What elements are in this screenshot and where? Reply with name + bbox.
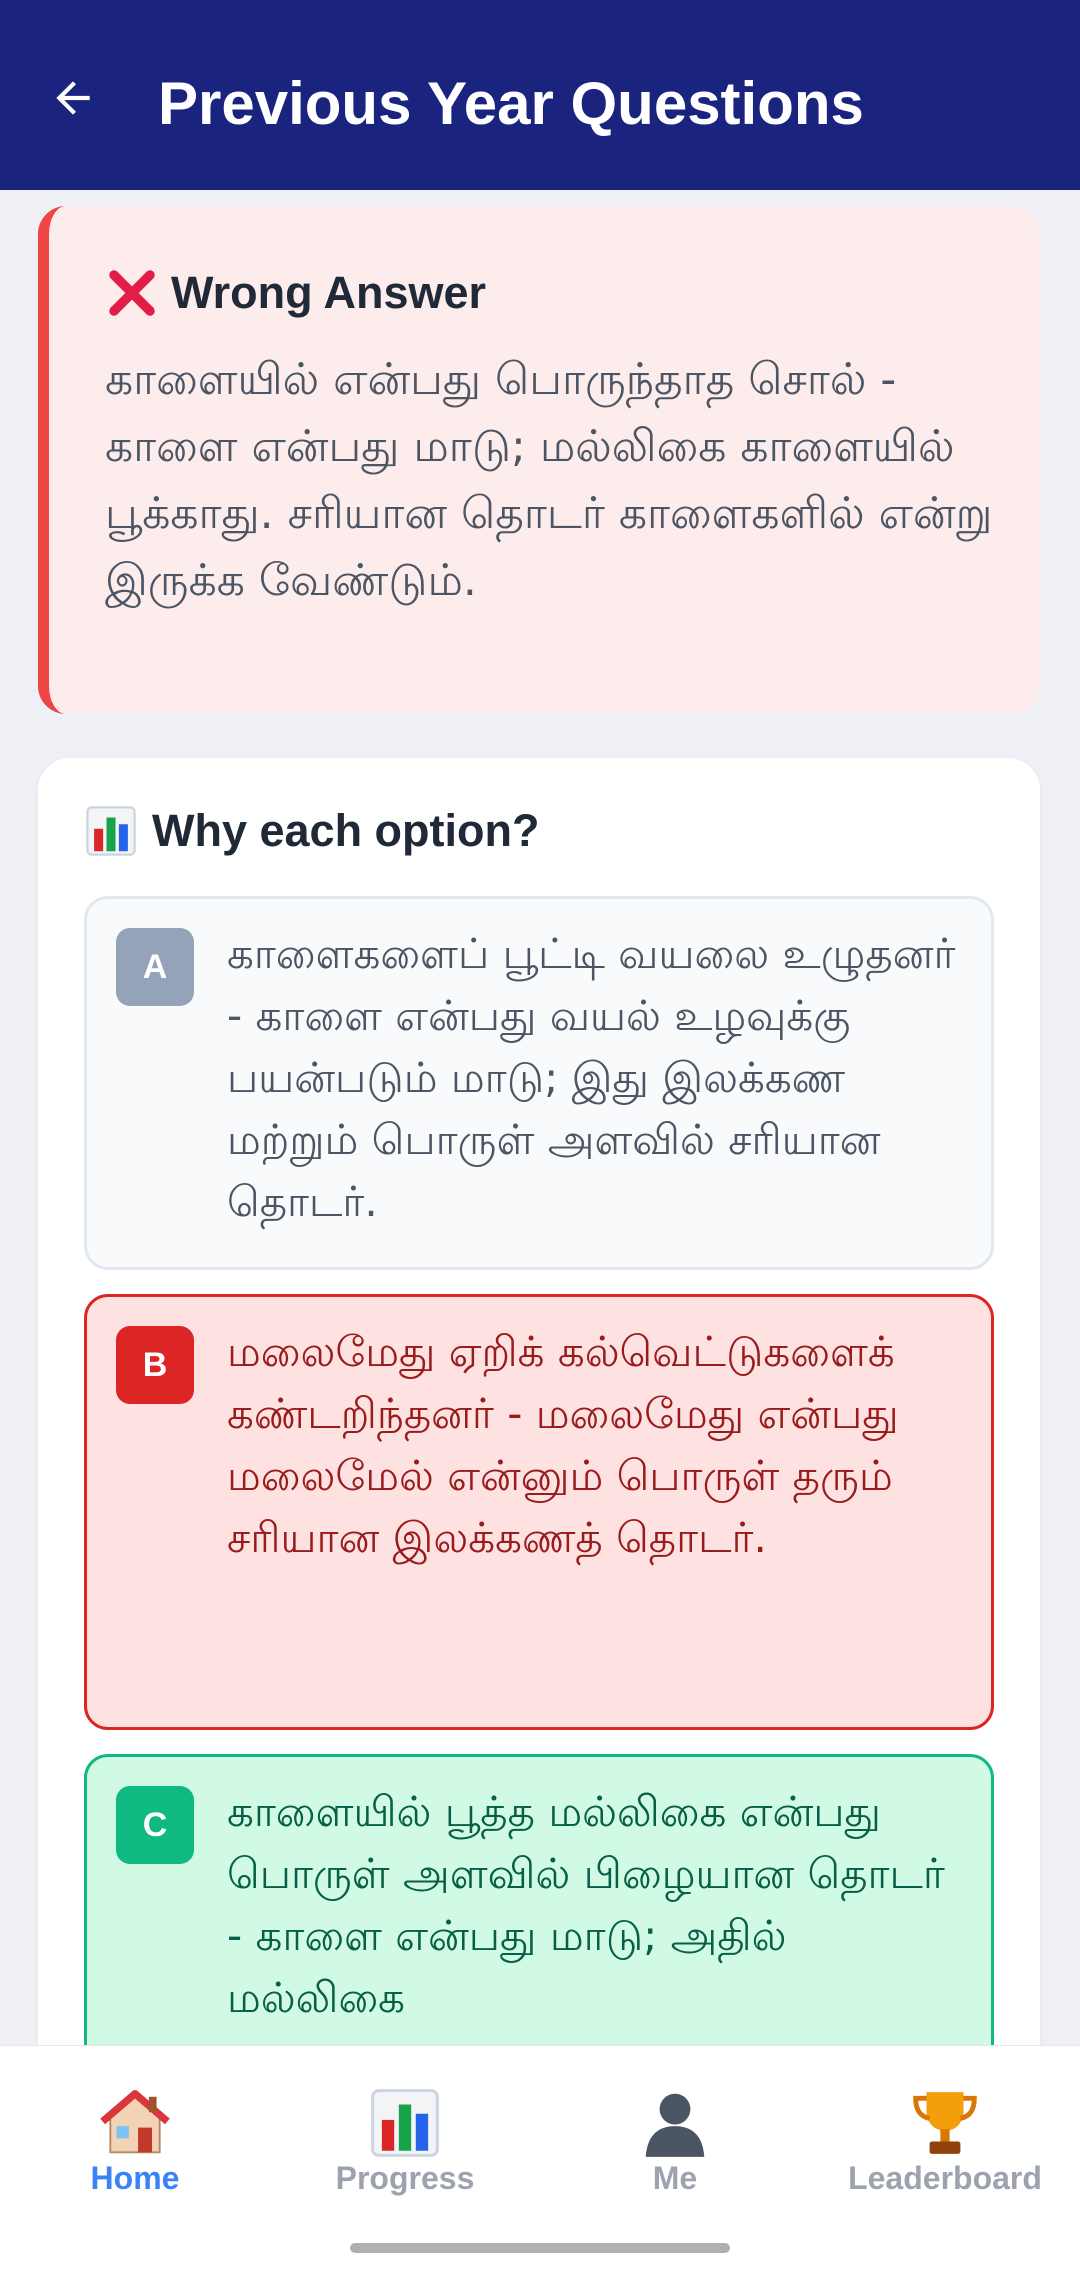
wrong-answer-explanation: காளையில் என்பது பொருந்தாத சொல் - காளை என… <box>105 354 993 606</box>
bar-chart-icon <box>86 806 136 856</box>
back-button[interactable] <box>40 65 106 131</box>
why-each-option-header: Why each option? <box>84 804 540 858</box>
arrow-left-icon <box>56 81 90 115</box>
nav-progress[interactable]: Progress <box>270 2046 540 2221</box>
house-icon <box>100 2090 170 2154</box>
option-b-badge: B <box>116 1326 194 1404</box>
option-a: A காளைகளைப் பூட்டி வயலை உழுதனர் - காளை எ… <box>84 896 994 1270</box>
nav-progress-label: Progress <box>335 2160 475 2196</box>
nav-me[interactable]: Me <box>540 2046 810 2221</box>
trophy-icon <box>913 2092 977 2154</box>
nav-home[interactable]: Home <box>0 2046 270 2221</box>
cross-mark-icon <box>109 270 155 316</box>
option-c-badge: C <box>116 1786 194 1864</box>
why-each-option-title: Why each option? <box>152 805 540 856</box>
page-title: Previous Year Questions <box>158 70 864 137</box>
nav-leaderboard-label: Leaderboard <box>848 2160 1042 2196</box>
wrong-answer-card: Wrong Answer காளையில் என்பது பொருந்தாத ச… <box>38 206 1040 714</box>
home-indicator[interactable] <box>350 2243 730 2253</box>
bottom-navigation: Home Progress Me Leaderboard <box>0 2045 1080 2271</box>
option-a-badge: A <box>116 928 194 1006</box>
app-bar: Previous Year Questions <box>0 0 1080 190</box>
nav-leaderboard[interactable]: Leaderboard <box>810 2046 1080 2221</box>
bar-chart-icon <box>371 2089 439 2157</box>
wrong-answer-header: Wrong Answer <box>105 266 486 320</box>
option-c: C காளையில் பூத்த மல்லிகை என்பது பொருள் அ… <box>84 1754 994 2045</box>
option-a-explanation: காளைகளைப் பூட்டி வயலை உழுதனர் - காளை என்… <box>227 929 956 1226</box>
option-c-explanation: காளையில் பூத்த மல்லிகை என்பது பொருள் அளவ… <box>227 1787 945 2022</box>
person-silhouette-icon <box>645 2093 705 2157</box>
option-b: B மலைமேது ஏறிக் கல்வெட்டுகளைக் கண்டறிந்த… <box>84 1294 994 1730</box>
nav-home-label: Home <box>90 2160 180 2196</box>
nav-me-label: Me <box>652 2160 698 2196</box>
option-b-explanation: மலைமேது ஏறிக் கல்வெட்டுகளைக் கண்டறிந்தனர… <box>227 1327 899 1562</box>
why-each-option-card: Why each option? A காளைகளைப் பூட்டி வயலை… <box>38 758 1040 2045</box>
wrong-answer-title: Wrong Answer <box>171 267 487 318</box>
content-scroll-area[interactable]: Wrong Answer காளையில் என்பது பொருந்தாத ச… <box>0 190 1080 2045</box>
